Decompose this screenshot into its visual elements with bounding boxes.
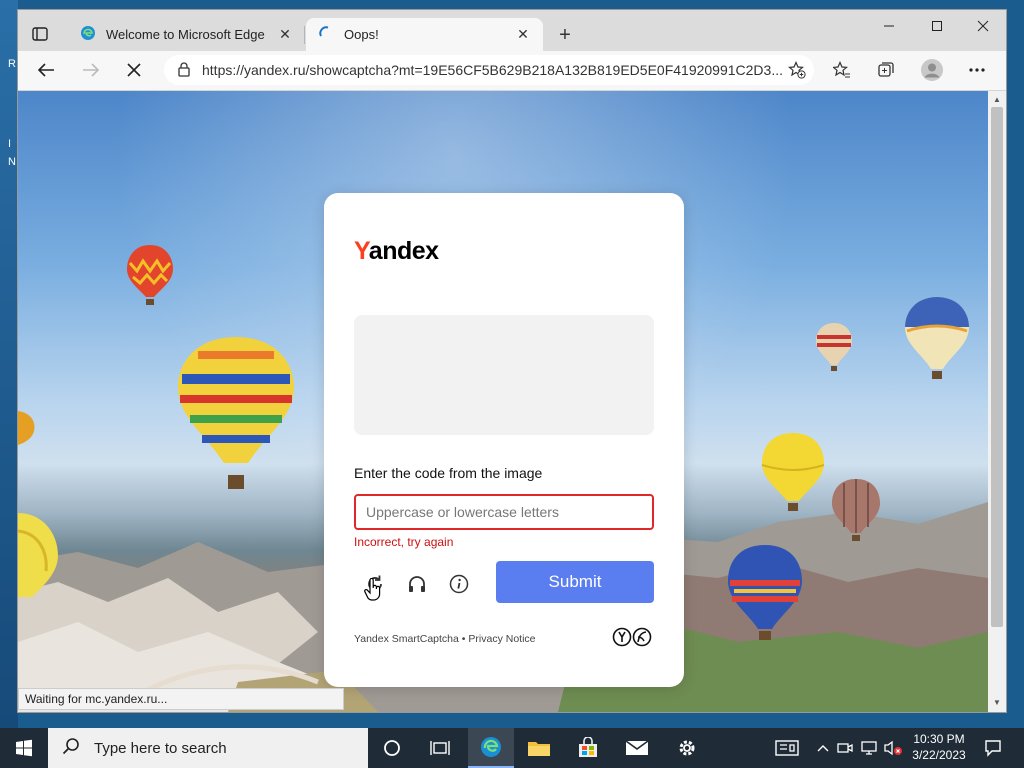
submit-button[interactable]: Submit — [496, 561, 654, 603]
info-icon[interactable] — [446, 571, 472, 597]
microsoft-store-bag-icon[interactable] — [566, 728, 610, 768]
hot-air-balloon — [728, 545, 802, 640]
tab-title: Oops! — [344, 27, 379, 42]
hot-air-balloon — [178, 337, 294, 489]
forward-arrow-icon[interactable] — [76, 56, 106, 84]
captcha-code-input[interactable] — [354, 494, 654, 530]
mouse-hand-cursor-icon — [364, 577, 382, 607]
hot-air-balloon — [18, 513, 58, 597]
news-widget-icon[interactable] — [770, 728, 804, 768]
scrollbar-thumb[interactable] — [991, 107, 1003, 627]
tab-actions-icon[interactable] — [26, 22, 54, 46]
new-tab-button[interactable]: + — [552, 22, 578, 48]
smartcaptcha-link[interactable]: Yandex SmartCaptcha — [354, 633, 459, 645]
show-hidden-icons-chevron-icon[interactable] — [814, 728, 832, 768]
close-tab-icon[interactable]: ✕ — [277, 26, 293, 43]
notifications-icon[interactable] — [978, 728, 1008, 768]
captcha-footer: Yandex SmartCaptcha • Privacy Notice — [354, 633, 536, 645]
close-window-button[interactable] — [960, 10, 1006, 42]
minimize-button[interactable] — [866, 10, 912, 42]
close-tab-icon[interactable]: ✕ — [515, 26, 531, 43]
yandex-cloud-logos — [612, 627, 652, 647]
meet-now-icon[interactable] — [836, 728, 854, 768]
captcha-error-message: Incorrect, try again — [354, 535, 454, 549]
desktop-icon-label-fragment: R — [8, 58, 16, 70]
footer-separator: • — [461, 633, 466, 645]
tab-welcome[interactable]: Welcome to Microsoft Edge ✕ — [68, 18, 305, 51]
hot-air-balloon — [761, 433, 825, 511]
yandex-cloud-logo-icon — [612, 627, 652, 647]
url-text: https://yandex.ru/showcaptcha?mt=19E56CF… — [202, 62, 783, 78]
browser-status-bar: Waiting for mc.yandex.ru... — [18, 688, 344, 710]
captcha-image-placeholder — [354, 315, 654, 435]
profile-avatar[interactable] — [917, 56, 947, 84]
edge-logo-icon — [80, 25, 96, 44]
tab-oops[interactable]: Oops! ✕ — [306, 18, 543, 51]
tab-title: Welcome to Microsoft Edge — [106, 27, 265, 42]
loading-spinner-icon — [318, 25, 334, 44]
tab-divider — [304, 26, 305, 44]
stop-loading-icon[interactable] — [119, 56, 149, 84]
more-options-icon[interactable] — [962, 56, 992, 84]
desktop-icon-label-fragment: I — [8, 138, 12, 150]
navigation-toolbar: https://yandex.ru/showcaptcha?mt=19E56CF… — [18, 51, 1006, 91]
maximize-button[interactable] — [914, 10, 960, 42]
file-explorer-folder-icon[interactable] — [518, 728, 560, 768]
search-icon — [62, 737, 80, 759]
collections-icon[interactable] — [871, 56, 901, 84]
back-arrow-icon[interactable] — [31, 56, 61, 84]
lock-icon[interactable] — [178, 62, 190, 80]
taskbar-clock[interactable]: 10:30 PM 3/22/2023 — [906, 731, 972, 763]
desktop-icon-label-fragment: N — [8, 156, 16, 168]
taskbar-edge-icon[interactable] — [468, 728, 514, 768]
address-bar[interactable]: https://yandex.ru/showcaptcha?mt=19E56CF… — [164, 55, 814, 85]
edge-browser-window: Welcome to Microsoft Edge ✕ Oops! ✕ + ht… — [18, 10, 1006, 712]
favorites-icon[interactable] — [827, 56, 857, 84]
audio-captcha-headphones-icon[interactable] — [404, 571, 430, 597]
taskbar-search-box[interactable]: Type here to search — [48, 728, 368, 768]
hot-air-balloon — [816, 323, 852, 371]
windows-taskbar: Type here to search 10:30 PM 3/22/2023 — [0, 728, 1024, 768]
search-placeholder: Type here to search — [94, 739, 227, 757]
clock-time: 10:30 PM — [913, 732, 965, 746]
captcha-card: Yandex Enter the code from the image Inc… — [324, 193, 684, 687]
page-background-image: Yandex Enter the code from the image Inc… — [18, 91, 988, 712]
hot-air-balloon — [832, 479, 880, 541]
captcha-prompt: Enter the code from the image — [354, 465, 543, 481]
clock-date: 3/22/2023 — [912, 748, 966, 762]
network-icon[interactable] — [860, 728, 880, 768]
settings-gear-icon[interactable] — [664, 728, 710, 768]
scroll-up-arrow-icon[interactable]: ▲ — [993, 95, 1001, 104]
add-favorite-icon[interactable] — [786, 59, 808, 81]
privacy-notice-link[interactable]: Privacy Notice — [468, 633, 535, 645]
tab-bar: Welcome to Microsoft Edge ✕ Oops! ✕ + — [18, 10, 1006, 51]
start-windows-icon[interactable] — [0, 728, 48, 768]
cortana-circle-icon[interactable] — [372, 728, 412, 768]
hot-air-balloon — [905, 297, 969, 379]
mail-envelope-icon[interactable] — [614, 728, 660, 768]
hot-air-balloon — [18, 411, 35, 445]
vertical-scrollbar[interactable]: ▲ ▼ — [988, 91, 1006, 712]
scroll-down-arrow-icon[interactable]: ▼ — [993, 698, 1001, 707]
hot-air-balloon — [127, 245, 173, 305]
volume-muted-icon[interactable] — [882, 728, 904, 768]
yandex-logo: Yandex — [354, 237, 439, 265]
desktop-background: R I N — [0, 0, 18, 728]
task-view-icon[interactable] — [420, 728, 460, 768]
